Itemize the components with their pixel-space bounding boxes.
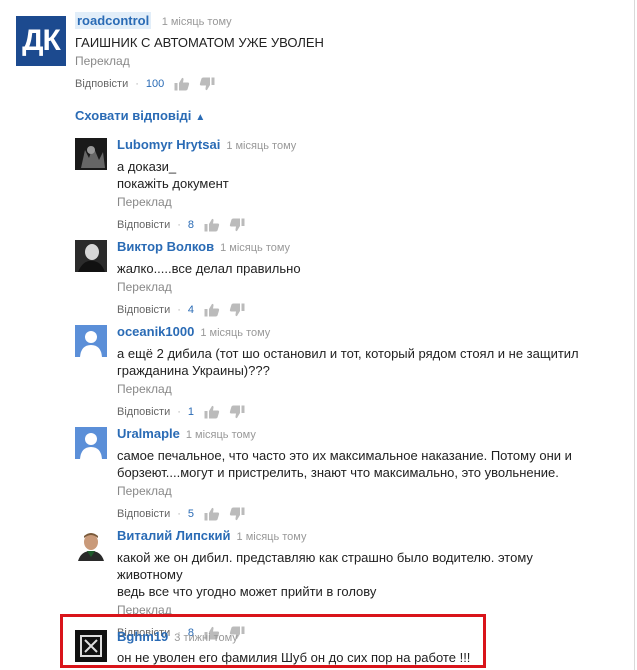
comment-text-line: самое печальное, что часто это их максим… [117,448,572,463]
comment-text: а ещё 2 дибила (тот шо остановил и тот, … [117,345,597,379]
translate-link[interactable]: Переклад [117,382,597,396]
thumbs-up-icon[interactable] [204,507,220,521]
avatar[interactable] [75,240,107,272]
comment-text-line: жалко.....все делал правильно [117,261,301,276]
comment-actions: Відповісти · 8 [117,218,597,232]
comment-author[interactable]: oceanik1000 [117,324,194,339]
comment-text-line: а докази_ [117,159,177,174]
separator-dot: · [135,78,139,90]
comment-text-line: какой же он дибил. представляю как страш… [117,550,533,582]
comment-text: самое печальное, что часто это их максим… [117,447,597,481]
comment-time[interactable]: 1 місяць тому [237,531,307,543]
comment-author[interactable]: Виталий Липский [117,528,231,543]
thumbs-down-icon[interactable] [229,405,245,419]
translate-link[interactable]: Переклад [117,484,597,498]
thumbs-down-icon[interactable] [229,303,245,317]
comment-text-line: ведь все что угодно может прийти в голов… [117,584,377,599]
avatar[interactable] [75,325,107,357]
comment-author[interactable]: Виктор Волков [117,239,214,254]
separator-dot: · [177,304,181,316]
chevron-up-icon: ▲ [195,112,206,123]
thumbs-down-icon[interactable] [229,218,245,232]
comment-actions: Відповісти · 5 [117,507,597,521]
comment-time[interactable]: 1 місяць тому [186,429,256,441]
thumbs-up-icon[interactable] [174,77,190,91]
reply-button[interactable]: Відповісти [117,219,170,231]
thumbs-up-icon[interactable] [204,218,220,232]
comment-text-line: борзеют....могут и пристрелить, знают чт… [117,465,559,480]
right-divider [634,0,635,670]
avatar[interactable] [75,138,107,170]
comment-time[interactable]: 1 місяць тому [226,140,296,152]
comment-text: какой же он дибил. представляю как страш… [117,549,597,600]
translate-link[interactable]: Переклад [117,280,597,294]
thumbs-down-icon[interactable] [229,507,245,521]
separator-dot: · [177,219,181,231]
thumbs-up-icon[interactable] [204,303,220,317]
comment-time[interactable]: 1 місяць тому [200,327,270,339]
like-count: 1 [187,406,195,418]
separator-dot: · [177,406,181,418]
comment-author[interactable]: Lubomyr Hrytsai [117,137,220,152]
comment-actions: Відповісти · 100 [75,77,615,91]
comment-text-line: гражданина Украины)??? [117,363,270,378]
reply-button[interactable]: Відповісти [117,508,170,520]
reply-button[interactable]: Відповісти [117,406,170,418]
comment-actions: Відповісти · 4 [117,303,597,317]
comment-actions: Відповісти · 1 [117,405,597,419]
translate-link[interactable]: Переклад [117,195,597,209]
translate-link[interactable]: Переклад [75,54,615,68]
comment-time[interactable]: 1 місяць тому [162,16,232,28]
comment-text-line: а ещё 2 дибила (тот шо остановил и тот, … [117,346,579,361]
like-count: 5 [187,508,195,520]
channel-logo[interactable]: ДК [16,16,66,66]
top-comment-body: roadcontrol 1 місяць тому ГАИШНИК С АВТО… [75,12,615,91]
hide-replies-label: Сховати відповіді [75,108,192,123]
like-count: 100 [145,78,165,90]
comment-text: а докази_ покажіть документ [117,158,597,192]
comment-author[interactable]: Uralmaple [117,426,180,441]
comment-text: жалко.....все делал правильно [117,260,597,277]
like-count: 8 [187,219,195,231]
thumbs-up-icon[interactable] [204,405,220,419]
reply-button[interactable]: Відповісти [75,78,128,90]
avatar[interactable] [75,529,107,561]
separator-dot: · [177,508,181,520]
reply-button[interactable]: Відповісти [117,304,170,316]
comment-text: ГАИШНИК С АВТОМАТОМ УЖЕ УВОЛЕН [75,35,324,50]
thumbs-down-icon[interactable] [199,77,215,91]
comment-text-line: покажіть документ [117,176,229,191]
avatar[interactable] [75,427,107,459]
comment-author[interactable]: roadcontrol [75,12,152,29]
hide-replies-button[interactable]: Сховати відповіді ▲ [75,108,205,123]
like-count: 4 [187,304,195,316]
red-highlight-box [60,614,486,668]
comment-time[interactable]: 1 місяць тому [220,242,290,254]
